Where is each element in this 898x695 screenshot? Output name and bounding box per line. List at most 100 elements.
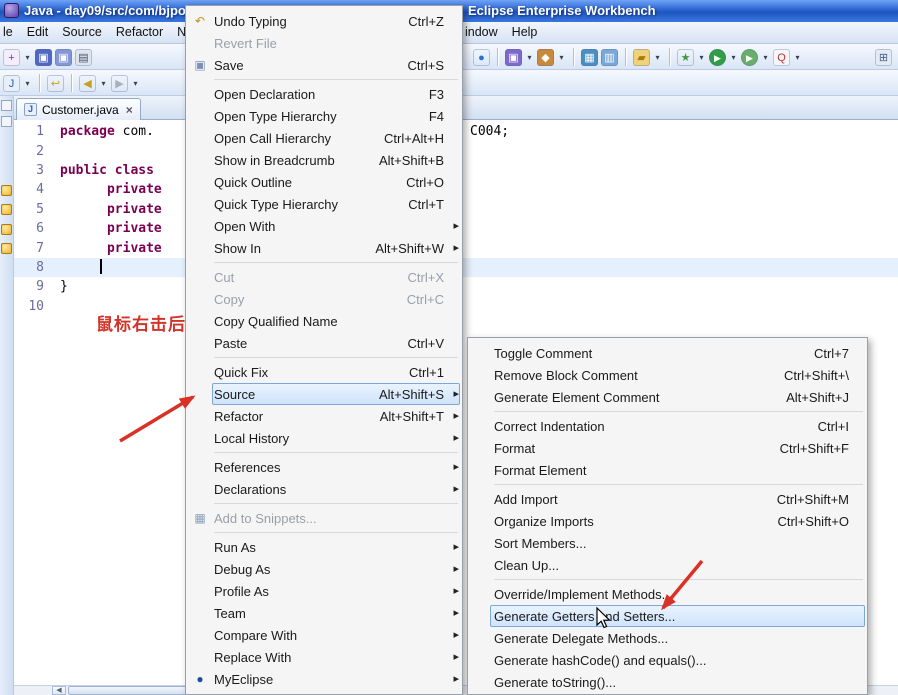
database-explorer-icon[interactable]: ◆ xyxy=(537,48,554,66)
menu-item-declarations[interactable]: Declarations ▸ xyxy=(186,478,462,500)
code-keyword: package xyxy=(60,124,115,140)
dropdown-arrow-icon[interactable]: ▾ xyxy=(23,75,32,92)
menu-item-cut[interactable]: Cut Ctrl+X xyxy=(186,266,462,288)
dropdown-arrow-icon[interactable]: ▾ xyxy=(761,49,770,66)
back-icon[interactable]: ◀ xyxy=(79,74,96,92)
coverage-icon[interactable]: ▶ xyxy=(741,48,758,66)
menubar-item-help[interactable]: Help xyxy=(505,22,545,42)
menubar-item-refactor[interactable]: Refactor xyxy=(109,22,170,42)
menu-item-compare-with[interactable]: Compare With ▸ xyxy=(186,624,462,646)
menu-item-quick-outline[interactable]: Quick Outline Ctrl+O xyxy=(186,171,462,193)
menu-item-generate-getters-and-setters[interactable]: Generate Getters and Setters... xyxy=(468,605,867,627)
menu-item-show-in-breadcrumb[interactable]: Show in Breadcrumb Alt+Shift+B xyxy=(186,149,462,171)
menu-item-show-in[interactable]: Show In Alt+Shift+W ▸ xyxy=(186,237,462,259)
menu-item-toggle-comment[interactable]: Toggle Comment Ctrl+7 xyxy=(468,342,867,364)
menu-item-debug-as[interactable]: Debug As ▸ xyxy=(186,558,462,580)
menu-item-quick-fix[interactable]: Quick Fix Ctrl+1 xyxy=(186,361,462,383)
menu-item-revert-file[interactable]: Revert File xyxy=(186,32,462,54)
menu-item-open-with[interactable]: Open With ▸ xyxy=(186,215,462,237)
fast-view-icon[interactable] xyxy=(1,116,12,127)
menu-item-local-history[interactable]: Local History ▸ xyxy=(186,427,462,449)
dropdown-arrow-icon[interactable]: ▾ xyxy=(729,49,738,66)
menu-item-clean-up[interactable]: Clean Up... xyxy=(468,554,867,576)
save-icon[interactable]: ▣ xyxy=(35,48,52,66)
menu-item-quick-type-hierarchy[interactable]: Quick Type Hierarchy Ctrl+T xyxy=(186,193,462,215)
menu-item-myeclipse[interactable]: ● MyEclipse ▸ xyxy=(186,668,462,690)
menu-item-run-as[interactable]: Run As ▸ xyxy=(186,536,462,558)
menubar-item-edit[interactable]: Edit xyxy=(20,22,56,42)
submenu-arrow-icon: ▸ xyxy=(453,651,459,663)
external-tools-icon[interactable]: ★ xyxy=(677,48,694,66)
menu-item-replace-with[interactable]: Replace With ▸ xyxy=(186,646,462,668)
menu-item-label: Undo Typing xyxy=(214,13,287,29)
menu-item-label: Clean Up... xyxy=(494,557,560,573)
web-browser-icon[interactable]: ● xyxy=(473,48,490,66)
menu-item-generate-element-comment[interactable]: Generate Element Comment Alt+Shift+J xyxy=(468,386,867,408)
yellow-marker-icon[interactable] xyxy=(1,243,12,254)
tab-close-icon[interactable]: × xyxy=(124,103,133,117)
dropdown-arrow-icon[interactable]: ▾ xyxy=(525,49,534,66)
last-edit-location-icon[interactable]: ↩ xyxy=(47,74,64,92)
report-design-icon[interactable]: ▦ xyxy=(581,48,598,66)
menu-item-open-type-hierarchy[interactable]: Open Type Hierarchy F4 xyxy=(186,105,462,127)
menu-item-generate-tostring[interactable]: Generate toString()... xyxy=(468,671,867,693)
yellow-marker-icon[interactable] xyxy=(1,204,12,215)
menu-item-format[interactable]: Format Ctrl+Shift+F xyxy=(468,437,867,459)
scroll-left-icon[interactable]: ◀ xyxy=(52,686,66,695)
menu-item-generate-hashcode-and-equals[interactable]: Generate hashCode() and equals()... xyxy=(468,649,867,671)
profile-icon[interactable]: Q xyxy=(773,48,790,66)
menu-item-sort-members[interactable]: Sort Members... xyxy=(468,532,867,554)
menu-item-label: Generate Delegate Methods... xyxy=(494,630,669,646)
dropdown-arrow-icon[interactable]: ▾ xyxy=(653,49,662,66)
menu-item-add-import[interactable]: Add Import Ctrl+Shift+M xyxy=(468,488,867,510)
menu-item-label: Save xyxy=(214,57,244,73)
menu-item-copy-qualified-name[interactable]: Copy Qualified Name xyxy=(186,310,462,332)
menu-item-override-implement-methods[interactable]: Override/Implement Methods... xyxy=(468,583,867,605)
menu-item-open-call-hierarchy[interactable]: Open Call Hierarchy Ctrl+Alt+H xyxy=(186,127,462,149)
menu-item-refactor[interactable]: Refactor Alt+Shift+T ▸ xyxy=(186,405,462,427)
menubar-item-indow[interactable]: indow xyxy=(458,22,505,42)
dropdown-arrow-icon[interactable]: ▾ xyxy=(23,49,32,66)
menu-item-profile-as[interactable]: Profile As ▸ xyxy=(186,580,462,602)
menu-item-correct-indentation[interactable]: Correct Indentation Ctrl+I xyxy=(468,415,867,437)
menu-item-generate-delegate-methods[interactable]: Generate Delegate Methods... xyxy=(468,627,867,649)
tab-customer-java[interactable]: J Customer.java × xyxy=(16,98,141,120)
line-number: 3 xyxy=(36,162,44,178)
chart-icon[interactable]: ▥ xyxy=(601,48,618,66)
yellow-marker-icon[interactable] xyxy=(1,224,12,235)
app-window-icon[interactable] xyxy=(4,3,19,18)
java-browsing-icon[interactable]: J xyxy=(3,74,20,92)
myeclipse-icon: ● xyxy=(196,672,204,686)
dropdown-arrow-icon[interactable]: ▾ xyxy=(99,75,108,92)
menu-item-open-declaration[interactable]: Open Declaration F3 xyxy=(186,83,462,105)
menu-item-label: Run As xyxy=(214,539,256,555)
restore-view-icon[interactable] xyxy=(1,100,12,111)
new-wizard-icon[interactable]: + xyxy=(3,48,20,66)
menubar-item-source[interactable]: Source xyxy=(55,22,109,42)
dropdown-arrow-icon[interactable]: ▾ xyxy=(557,49,566,66)
menu-item-format-element[interactable]: Format Element xyxy=(468,459,867,481)
print-icon[interactable]: ▤ xyxy=(75,48,92,66)
save-all-icon[interactable]: ▣ xyxy=(55,48,72,66)
menu-item-team[interactable]: Team ▸ xyxy=(186,602,462,624)
toolbar-separator xyxy=(669,48,670,66)
run-icon[interactable]: ▶ xyxy=(709,48,726,66)
menu-item-copy[interactable]: Copy Ctrl+C xyxy=(186,288,462,310)
deploy-server-icon[interactable]: ▣ xyxy=(505,48,522,66)
menu-item-paste[interactable]: Paste Ctrl+V xyxy=(186,332,462,354)
menu-item-undo-typing[interactable]: ↶ Undo Typing Ctrl+Z xyxy=(186,10,462,32)
open-folder-icon[interactable]: ▰ xyxy=(633,48,650,66)
table-icon[interactable]: ⊞ xyxy=(875,48,892,66)
dropdown-arrow-icon[interactable]: ▾ xyxy=(793,49,802,66)
menu-item-remove-block-comment[interactable]: Remove Block Comment Ctrl+Shift+\ xyxy=(468,364,867,386)
menu-item-save[interactable]: ▣ Save Ctrl+S xyxy=(186,54,462,76)
dropdown-arrow-icon[interactable]: ▾ xyxy=(697,49,706,66)
menubar-item-le[interactable]: le xyxy=(0,22,20,42)
dropdown-arrow-icon[interactable]: ▾ xyxy=(131,75,140,92)
menu-item-source[interactable]: Source Alt+Shift+S ▸ xyxy=(186,383,462,405)
menu-item-organize-imports[interactable]: Organize Imports Ctrl+Shift+O xyxy=(468,510,867,532)
menu-item-add-to-snippets[interactable]: ▦ Add to Snippets... xyxy=(186,507,462,529)
yellow-marker-icon[interactable] xyxy=(1,185,12,196)
forward-icon[interactable]: ▶ xyxy=(111,74,128,92)
menu-item-references[interactable]: References ▸ xyxy=(186,456,462,478)
